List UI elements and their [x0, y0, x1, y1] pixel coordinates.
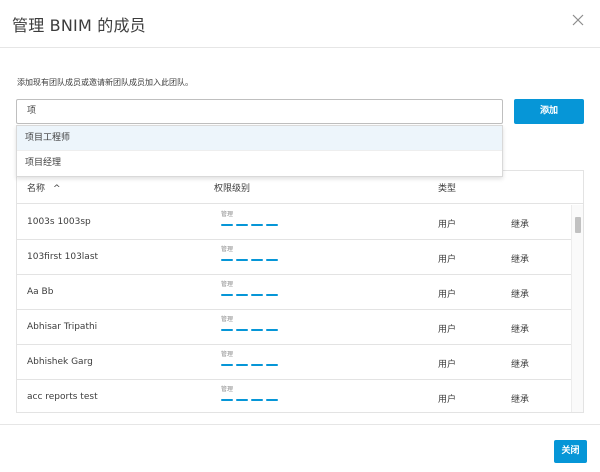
instruction-text: 添加现有团队成员或邀请新团队成员加入此团队。 — [17, 78, 193, 87]
permission-label: 管理 — [221, 211, 234, 218]
member-inherit: 继承 — [511, 360, 530, 370]
permission-level[interactable]: 管理 — [221, 316, 281, 338]
permission-label: 管理 — [221, 386, 234, 393]
table-scrollbar[interactable] — [571, 205, 583, 412]
member-name: 1003s 1003sp — [27, 217, 91, 227]
permission-bars — [221, 364, 281, 367]
permission-level[interactable]: 管理 — [221, 281, 281, 303]
manage-members-dialog: 管理 BNIM 的成员 添加现有团队成员或邀请新团队成员加入此团队。 项 添加 … — [0, 0, 600, 472]
permission-label: 管理 — [221, 281, 234, 288]
scroll-thumb[interactable] — [575, 217, 581, 233]
permission-level[interactable]: 管理 — [221, 386, 281, 408]
suggestion-item[interactable]: 项目经理 — [17, 151, 502, 176]
scroll-up-icon[interactable] — [572, 207, 583, 220]
name-column-header[interactable]: 名称 ^ — [27, 181, 61, 194]
member-inherit: 继承 — [511, 255, 530, 265]
table-row[interactable]: 1003s 1003sp 管理 用户 继承 — [17, 205, 573, 240]
type-column-header: 类型 — [438, 184, 457, 194]
member-name: Abhisar Tripathi — [27, 322, 98, 332]
member-type: 用户 — [438, 220, 457, 230]
permission-level[interactable]: 管理 — [221, 211, 281, 233]
close-button[interactable]: 关闭 — [554, 440, 587, 463]
permission-label: 管理 — [221, 316, 234, 323]
table-row[interactable]: Abhisar Tripathi 管理 用户 继承 — [17, 310, 573, 345]
permission-label: 管理 — [221, 246, 234, 253]
suggestion-dropdown: 项目工程师 项目经理 — [16, 125, 503, 177]
chevron-up-icon: ^ — [53, 184, 61, 194]
scroll-down-icon[interactable] — [572, 403, 583, 411]
member-type: 用户 — [438, 255, 457, 265]
permission-label: 管理 — [221, 351, 234, 358]
dialog-title: 管理 BNIM 的成员 — [12, 16, 146, 35]
permission-level[interactable]: 管理 — [221, 246, 281, 268]
member-type: 用户 — [438, 360, 457, 370]
permission-bars — [221, 399, 281, 402]
table-row[interactable]: acc reports test 管理 用户 继承 — [17, 380, 573, 412]
table-row[interactable]: Abhishek Garg 管理 用户 继承 — [17, 345, 573, 380]
member-type: 用户 — [438, 395, 457, 405]
member-search-input[interactable]: 项 — [16, 99, 503, 124]
add-button[interactable]: 添加 — [514, 99, 584, 124]
name-header-label: 名称 — [27, 184, 46, 194]
table-body: 1003s 1003sp 管理 用户 继承 103first 103last 管… — [17, 205, 573, 412]
member-inherit: 继承 — [511, 325, 530, 335]
table-row[interactable]: Aa Bb 管理 用户 继承 — [17, 275, 573, 310]
dialog-header: 管理 BNIM 的成员 — [0, 0, 600, 48]
permission-bars — [221, 329, 281, 332]
member-name: 103first 103last — [27, 252, 99, 262]
close-icon[interactable] — [570, 12, 586, 28]
member-type: 用户 — [438, 325, 457, 335]
suggestion-item[interactable]: 项目工程师 — [17, 126, 502, 151]
permission-bars — [221, 224, 281, 227]
members-table: 名称 ^ 权限级别 类型 1003s 1003sp 管理 用户 继承 103fir… — [16, 170, 584, 413]
permission-column-header: 权限级别 — [214, 184, 251, 194]
member-inherit: 继承 — [511, 290, 530, 300]
member-name: Aa Bb — [27, 287, 54, 297]
table-row[interactable]: 103first 103last 管理 用户 继承 — [17, 240, 573, 275]
dialog-footer: 关闭 — [0, 424, 600, 472]
permission-bars — [221, 259, 281, 262]
permission-bars — [221, 294, 281, 297]
member-name: Abhishek Garg — [27, 357, 93, 367]
member-type: 用户 — [438, 290, 457, 300]
permission-level[interactable]: 管理 — [221, 351, 281, 373]
member-name: acc reports test — [27, 392, 98, 402]
member-inherit: 继承 — [511, 220, 530, 230]
member-inherit: 继承 — [511, 395, 530, 405]
